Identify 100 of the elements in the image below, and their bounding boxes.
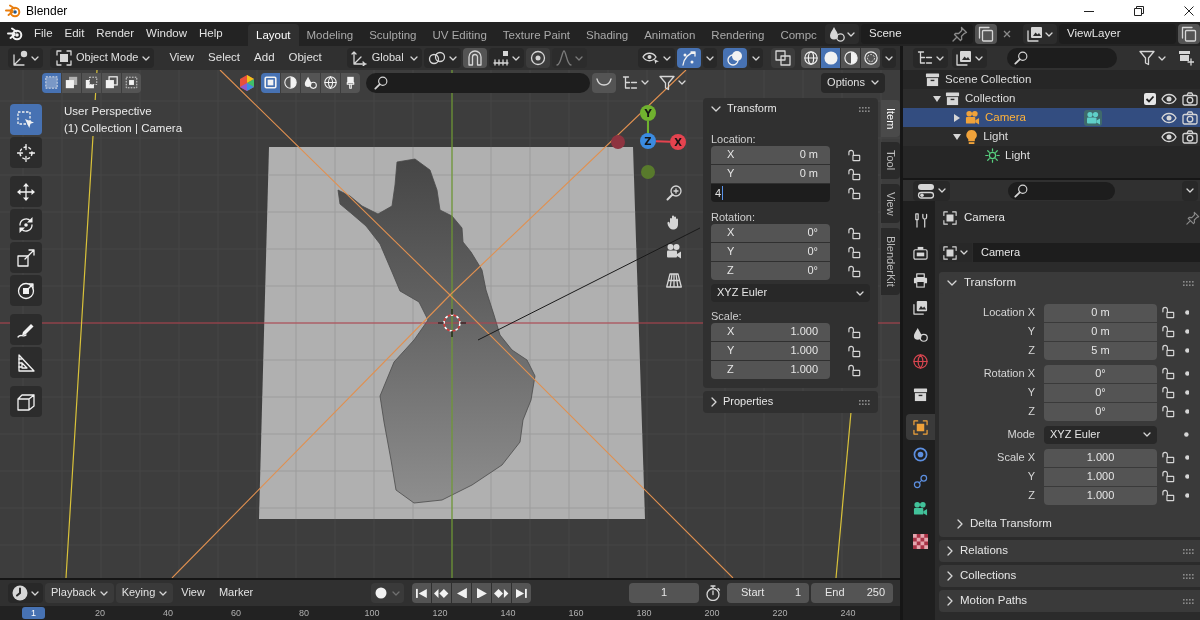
search-field[interactable] xyxy=(366,72,590,93)
sidebar-tab[interactable]: Tool xyxy=(881,142,900,179)
decorator-dot-icon[interactable] xyxy=(1184,432,1189,437)
number-field[interactable]: X 1.000 xyxy=(711,323,830,341)
decorator-dot-icon[interactable] xyxy=(1184,493,1190,498)
close-icon[interactable] xyxy=(1184,6,1194,16)
number-field[interactable]: Y 0° xyxy=(711,243,830,261)
eye-icon[interactable] xyxy=(1161,130,1177,143)
decorator-dot-icon[interactable] xyxy=(1184,390,1190,395)
gizmo-dropdown[interactable] xyxy=(703,48,717,68)
menu-item[interactable]: Add xyxy=(247,51,282,65)
pivot-dropdown[interactable] xyxy=(423,48,461,68)
pin-icon[interactable] xyxy=(1186,211,1200,225)
search-field[interactable] xyxy=(1008,181,1115,200)
menu-dropdown[interactable]: Playback xyxy=(45,583,114,603)
playback-button[interactable] xyxy=(452,583,472,603)
name-field[interactable]: Camera xyxy=(973,243,1200,262)
photo-camera-icon[interactable] xyxy=(1182,91,1198,106)
number-field[interactable]: 1.000 xyxy=(1044,486,1157,505)
subpanel-header[interactable]: Delta Transform xyxy=(957,513,1200,535)
padlock-open-icon[interactable] xyxy=(1162,451,1175,464)
scene-field[interactable]: Scene xyxy=(861,24,973,44)
search-field[interactable] xyxy=(1007,48,1117,68)
workspace-tab[interactable]: Layout xyxy=(248,24,299,46)
shading-mode-button[interactable] xyxy=(801,48,820,68)
view-layer-field[interactable]: ViewLayer xyxy=(1059,24,1176,44)
menu-item[interactable]: Marker xyxy=(212,583,260,603)
playback-button[interactable] xyxy=(472,583,492,603)
menu-item[interactable]: View xyxy=(175,583,211,603)
asset-type-button[interactable] xyxy=(281,72,300,93)
panel-header[interactable]: Transform xyxy=(703,98,878,120)
proportional-editing-button[interactable] xyxy=(525,48,550,68)
restore-icon[interactable] xyxy=(1134,6,1144,16)
padlock-open-icon[interactable] xyxy=(1162,470,1175,483)
sidebar-tab[interactable]: View xyxy=(881,183,900,224)
snap-button[interactable] xyxy=(462,48,487,68)
axis-handle[interactable] xyxy=(641,165,655,179)
options-dropdown[interactable] xyxy=(1182,180,1198,201)
tool-button[interactable] xyxy=(10,314,42,345)
menu-item[interactable]: Select xyxy=(201,51,248,65)
tool-button[interactable] xyxy=(10,137,42,168)
shading-mode-button[interactable] xyxy=(821,48,840,68)
tool-button[interactable] xyxy=(10,347,42,378)
workspace-tab[interactable]: Rendering xyxy=(703,24,773,46)
triangle-down-icon[interactable] xyxy=(953,133,961,140)
padlock-open-icon[interactable] xyxy=(1162,367,1175,380)
padlock-open-icon[interactable] xyxy=(848,345,861,358)
blender-logo-icon[interactable] xyxy=(7,27,23,41)
axis-handle[interactable]: Z xyxy=(640,133,656,149)
movie-camera-icon[interactable] xyxy=(667,244,681,259)
decorator-dot-icon[interactable] xyxy=(1184,455,1190,460)
playback-button[interactable] xyxy=(412,583,432,603)
tool-button[interactable] xyxy=(10,242,42,273)
view-layer-filter-dropdown[interactable] xyxy=(952,48,987,68)
asset-type-button[interactable] xyxy=(341,72,360,93)
selectability-dropdown[interactable] xyxy=(638,48,675,68)
workspace-tab[interactable]: Compc xyxy=(772,24,825,46)
photo-camera-icon[interactable] xyxy=(1182,110,1198,125)
checkbox[interactable] xyxy=(1144,92,1156,105)
menu-item[interactable]: Window xyxy=(140,27,193,41)
hand-icon[interactable] xyxy=(667,215,678,230)
padlock-open-icon[interactable] xyxy=(1162,386,1175,399)
current-frame-marker[interactable]: 1 xyxy=(22,607,45,619)
padlock-open-icon[interactable] xyxy=(848,326,861,339)
number-field[interactable]: 0° xyxy=(1044,364,1157,383)
overlay-dropdown[interactable] xyxy=(749,48,763,68)
selection-mode-button[interactable] xyxy=(102,72,121,93)
eye-icon[interactable] xyxy=(1161,111,1177,124)
scene-dropdown[interactable] xyxy=(825,24,859,44)
eye-icon[interactable] xyxy=(1161,92,1177,105)
playback-button[interactable] xyxy=(512,583,532,603)
tool-button[interactable] xyxy=(10,386,42,417)
pin-icon[interactable] xyxy=(952,26,968,42)
number-field[interactable]: Z 0° xyxy=(711,262,830,280)
workspace-tab[interactable]: Modeling xyxy=(298,24,362,46)
curve-button[interactable] xyxy=(592,72,616,93)
selection-mode-button[interactable] xyxy=(122,72,141,93)
padlock-open-icon[interactable] xyxy=(848,265,861,278)
auto-keying-button[interactable] xyxy=(371,583,405,603)
decorator-dot-icon[interactable] xyxy=(1184,348,1190,353)
workspace-tab[interactable]: Sculpting xyxy=(361,24,425,46)
workspace-tab[interactable]: Texture Paint xyxy=(494,24,578,46)
workspace-tab[interactable]: Animation xyxy=(636,24,704,46)
padlock-open-icon[interactable] xyxy=(848,246,861,259)
properties-tab[interactable] xyxy=(906,414,935,440)
new-scene-button[interactable] xyxy=(975,24,997,44)
number-field[interactable]: 0° xyxy=(1044,402,1157,421)
menu-item[interactable]: File xyxy=(28,27,59,41)
number-field[interactable]: Y 1.000 xyxy=(711,342,830,360)
menu-item[interactable]: View xyxy=(162,51,202,65)
number-field[interactable]: Z 1.000 xyxy=(711,361,830,379)
overlay-toggle[interactable] xyxy=(723,48,747,68)
number-field[interactable]: X 0° xyxy=(711,224,830,242)
sidebar-tab[interactable]: Item xyxy=(881,100,900,138)
orientation-dropdown[interactable]: Global xyxy=(346,48,422,68)
menu-item[interactable]: Object xyxy=(281,51,329,65)
padlock-open-icon[interactable] xyxy=(848,364,861,377)
gizmo-toggle[interactable] xyxy=(677,48,701,68)
padlock-open-icon[interactable] xyxy=(848,149,861,162)
number-field[interactable]: X 0 m xyxy=(711,146,830,164)
